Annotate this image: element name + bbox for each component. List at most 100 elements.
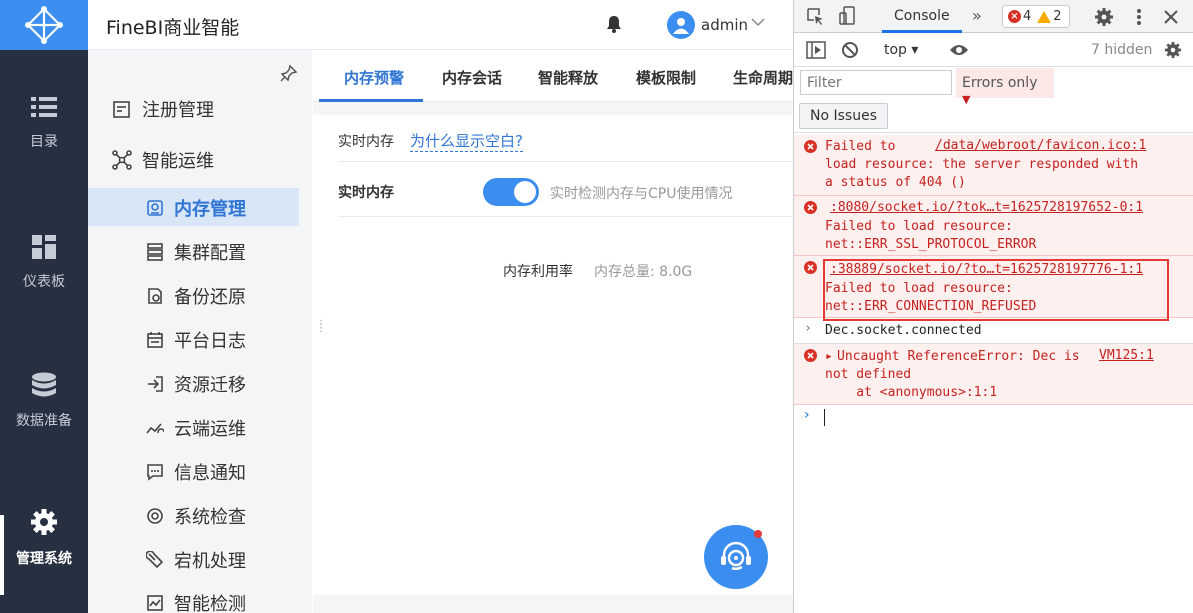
drag-handle-icon[interactable]: ⋮ ⋮	[316, 320, 326, 334]
network-icon	[112, 150, 132, 170]
menu-item-backup[interactable]: 备份还原	[146, 283, 246, 309]
nav-dashboard-label: 仪表板	[23, 274, 65, 290]
memory-panel: 实时内存 为什么显示空白? 实时内存 实时检测内存与CPU使用情况 内存利用率 …	[313, 115, 793, 595]
menu-item-smart-ops[interactable]: 智能运维	[112, 147, 214, 173]
error-text-line3: a status of 404 ()	[825, 175, 966, 190]
user-icon	[673, 18, 689, 34]
nav-catalog-label: 目录	[30, 134, 58, 150]
realtime-memory-toggle[interactable]	[483, 178, 539, 206]
gear-icon	[31, 509, 57, 535]
toggle-knob	[514, 181, 536, 203]
kebab-menu-icon[interactable]	[1131, 7, 1147, 27]
console-settings-icon[interactable]	[1164, 41, 1182, 59]
uncaught-error-text: Uncaught ReferenceError: Dec is	[837, 349, 1080, 364]
realtime-memory-label: 实时内存	[338, 185, 394, 201]
main-sidebar: 目录 仪表板 数据准备 管理系统	[0, 0, 88, 613]
menu-item-smart-detect[interactable]: 智能检测	[146, 590, 246, 613]
monitor-icon	[147, 595, 163, 611]
realtime-memory-heading: 实时内存	[338, 134, 394, 150]
filter-input[interactable]	[800, 70, 952, 95]
sidebar-toggle-icon[interactable]	[806, 41, 826, 59]
user-name[interactable]: admin	[701, 16, 748, 34]
dashboard-icon	[32, 235, 56, 259]
issue-counter[interactable]: × 4 2	[1002, 5, 1070, 28]
inspect-element-icon[interactable]	[806, 7, 826, 27]
uncaught-error-line3: at <anonymous>:1:1	[825, 385, 998, 400]
menu-item-label: 平台日志	[174, 331, 246, 352]
notification-dot	[754, 530, 762, 538]
console-tab[interactable]: Console	[894, 8, 950, 24]
more-tabs-button[interactable]: »	[972, 6, 982, 25]
error-icon	[804, 261, 817, 274]
memory-total-label: 内存总量: 8.0G	[594, 264, 693, 280]
warning-count: 2	[1053, 9, 1062, 24]
menu-item-memory-mgmt[interactable]: 内存管理	[146, 195, 246, 221]
menu-item-label: 备份还原	[174, 287, 246, 308]
divider	[338, 216, 793, 217]
error-source-link[interactable]: :8080/socket.io/?tok…t=1625728197652-0:1	[830, 200, 1143, 215]
top-header: FineBI商业智能 admin	[88, 0, 793, 50]
console-toolbar: top ▾ 7 hidden	[794, 33, 1193, 67]
log-text: Dec.socket.connected	[825, 323, 982, 338]
cloud-chart-icon	[146, 423, 164, 434]
menu-item-notifications[interactable]: 信息通知	[146, 459, 246, 485]
memory-usage-label: 内存利用率	[503, 264, 573, 280]
nav-admin-system-label: 管理系统	[16, 551, 72, 567]
console-error-message: :8080/socket.io/?tok…t=1625728197652-0:1…	[794, 196, 1193, 256]
app-logo[interactable]	[0, 0, 88, 50]
nav-admin-system[interactable]: 管理系统	[0, 508, 88, 568]
issues-row: No Issues	[794, 99, 1193, 133]
device-toggle-icon[interactable]	[838, 6, 858, 26]
expand-chevron-icon[interactable]: ›	[804, 321, 812, 336]
menu-item-cloud-ops[interactable]: 云端运维	[146, 415, 246, 441]
uncaught-error-line2: not defined	[825, 367, 912, 382]
menu-item-cluster[interactable]: 集群配置	[146, 239, 246, 265]
error-text-line2: net::ERR_SSL_PROTOCOL_ERROR	[825, 237, 1037, 252]
console-prompt[interactable]: ›	[794, 405, 1193, 429]
app-root: 目录 仪表板 数据准备 管理系统 FineBI商业智能 admin 注册管理 智…	[0, 0, 1193, 613]
clear-console-icon[interactable]	[841, 41, 859, 59]
context-select[interactable]: top ▾	[884, 42, 918, 58]
why-blank-link[interactable]: 为什么显示空白?	[410, 130, 523, 152]
eye-icon[interactable]	[949, 43, 969, 57]
tab-lifecycle[interactable]: 生命周期	[733, 67, 793, 88]
nav-catalog[interactable]: 目录	[0, 95, 88, 151]
menu-item-registration[interactable]: 注册管理	[112, 96, 214, 122]
tab-memory-warning[interactable]: 内存预警	[344, 67, 404, 88]
warning-icon	[1037, 10, 1052, 23]
nav-data-prep[interactable]: 数据准备	[0, 372, 88, 430]
error-source-link[interactable]: /data/webroot/favicon.ico:1	[935, 138, 1146, 153]
database-icon	[32, 372, 56, 397]
nav-dashboard[interactable]: 仪表板	[0, 235, 88, 291]
menu-item-label: 信息通知	[174, 463, 246, 484]
tab-smart-release[interactable]: 智能释放	[538, 67, 598, 88]
tab-template-limit[interactable]: 模板限制	[636, 67, 696, 88]
menu-item-label: 智能运维	[142, 151, 214, 172]
menu-item-label: 智能检测	[174, 594, 246, 613]
user-avatar[interactable]	[667, 11, 695, 39]
no-issues-button[interactable]: No Issues	[799, 103, 888, 129]
server-icon	[147, 243, 163, 261]
menu-item-label: 云端运维	[174, 419, 246, 440]
bell-icon[interactable]	[606, 15, 622, 33]
log-level-select[interactable]: Errors only ▼	[956, 68, 1054, 106]
console-log-message: › Dec.socket.connected	[794, 318, 1193, 344]
migrate-icon	[148, 376, 163, 392]
hidden-count: 7 hidden	[1091, 42, 1153, 58]
menu-item-crash-handling[interactable]: 宕机处理	[146, 547, 246, 573]
console-error-message: ▸ Uncaught ReferenceError: Dec is VM125:…	[794, 344, 1193, 405]
devtools-toolbar: Console » × 4 2	[794, 0, 1193, 33]
tab-memory-session[interactable]: 内存会话	[442, 67, 502, 88]
menu-item-system-check[interactable]: 系统检查	[146, 503, 246, 529]
pin-icon[interactable]	[280, 64, 298, 82]
tab-bar: 内存预警 内存会话 智能释放 模板限制 生命周期	[313, 50, 793, 102]
menu-item-resource-migration[interactable]: 资源迁移	[146, 371, 246, 397]
chevron-down-icon[interactable]	[750, 14, 766, 30]
calendar-icon	[147, 332, 163, 348]
error-icon	[804, 349, 817, 362]
close-icon[interactable]	[1163, 9, 1179, 25]
expand-triangle-icon[interactable]: ▸	[825, 348, 833, 366]
gear-icon[interactable]	[1094, 7, 1114, 27]
error-source-link[interactable]: VM125:1	[1099, 348, 1154, 363]
menu-item-platform-log[interactable]: 平台日志	[146, 327, 246, 353]
